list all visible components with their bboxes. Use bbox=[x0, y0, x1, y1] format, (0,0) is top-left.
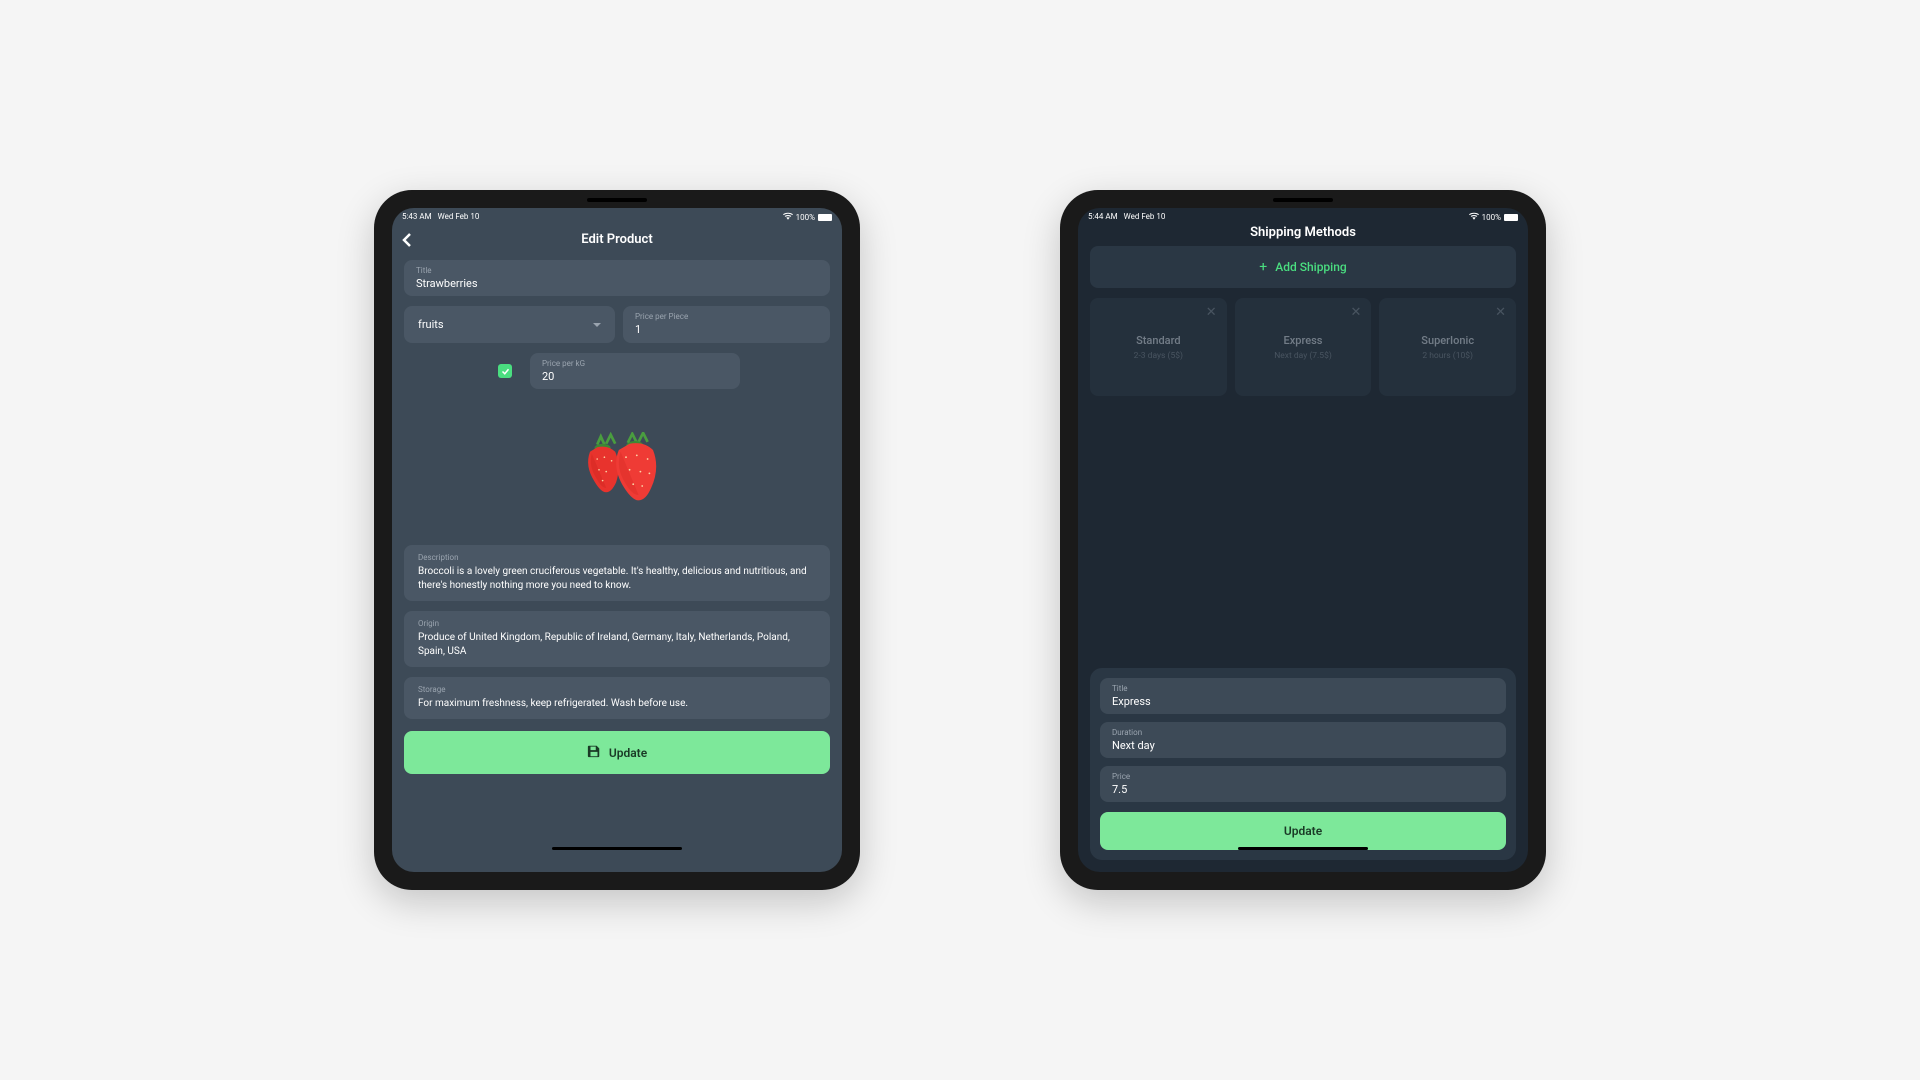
shipping-cards-row: ✕ Standard 2-3 days (5$) ✕ Express Next … bbox=[1090, 298, 1516, 396]
price-kg-value: 20 bbox=[542, 370, 728, 383]
description-label: Description bbox=[418, 553, 816, 562]
shipping-card-title: SuperIonic bbox=[1421, 334, 1474, 347]
chevron-down-icon bbox=[593, 323, 601, 327]
status-time: 5:44 AM bbox=[1088, 212, 1118, 222]
origin-value: Produce of United Kingdom, Republic of I… bbox=[418, 631, 816, 659]
update-button-label: Update bbox=[1284, 824, 1322, 838]
wifi-icon bbox=[1469, 212, 1479, 222]
close-icon[interactable]: ✕ bbox=[1495, 306, 1506, 319]
content-area: + Add Shipping ✕ Standard 2-3 days (5$) … bbox=[1078, 240, 1528, 872]
page-title: Edit Product bbox=[392, 232, 842, 247]
status-time: 5:43 AM bbox=[402, 212, 432, 222]
nav-header: Shipping Methods bbox=[1078, 224, 1528, 240]
home-indicator[interactable] bbox=[552, 847, 682, 850]
page-title: Shipping Methods bbox=[1078, 225, 1528, 240]
strawberry-icon bbox=[572, 432, 662, 504]
status-bar: 5:44 AM Wed Feb 10 100% bbox=[1078, 208, 1528, 224]
back-button[interactable] bbox=[402, 232, 412, 246]
price-piece-label: Price per Piece bbox=[635, 312, 818, 321]
sheet-price-value: 7.5 bbox=[1112, 783, 1494, 796]
home-indicator[interactable] bbox=[1238, 847, 1368, 850]
screen-shipping: 5:44 AM Wed Feb 10 100% Shipping Methods… bbox=[1078, 208, 1528, 872]
sheet-price-field[interactable]: Price 7.5 bbox=[1100, 766, 1506, 802]
title-value: Strawberries bbox=[416, 277, 818, 290]
status-bar: 5:43 AM Wed Feb 10 100% bbox=[392, 208, 842, 224]
sheet-title-value: Express bbox=[1112, 695, 1494, 708]
sheet-title-field[interactable]: Title Express bbox=[1100, 678, 1506, 714]
screen-edit-product: 5:43 AM Wed Feb 10 100% Edit Product Tit… bbox=[392, 208, 842, 872]
price-piece-field[interactable]: Price per Piece 1 bbox=[623, 306, 830, 343]
content-area: Title Strawberries fruits Price per Piec… bbox=[392, 254, 842, 872]
category-value: fruits bbox=[418, 318, 444, 331]
add-shipping-button[interactable]: + Add Shipping bbox=[1090, 246, 1516, 288]
shipping-card-standard[interactable]: ✕ Standard 2-3 days (5$) bbox=[1090, 298, 1227, 396]
tablet-left: 5:43 AM Wed Feb 10 100% Edit Product Tit… bbox=[374, 190, 860, 890]
storage-field[interactable]: Storage For maximum freshness, keep refr… bbox=[404, 677, 830, 719]
status-date: Wed Feb 10 bbox=[438, 212, 480, 222]
storage-label: Storage bbox=[418, 685, 816, 694]
product-image[interactable] bbox=[404, 407, 830, 527]
sheet-duration-field[interactable]: Duration Next day bbox=[1100, 722, 1506, 758]
shipping-card-title: Standard bbox=[1136, 334, 1181, 347]
update-button[interactable]: Update bbox=[404, 731, 830, 774]
battery-percent: 100% bbox=[796, 213, 815, 222]
origin-field[interactable]: Origin Produce of United Kingdom, Republ… bbox=[404, 611, 830, 667]
shipping-card-subtitle: Next day (7.5$) bbox=[1274, 351, 1332, 361]
price-kg-field[interactable]: Price per kG 20 bbox=[530, 353, 740, 389]
sheet-title-label: Title bbox=[1112, 684, 1494, 693]
update-button-label: Update bbox=[609, 746, 647, 760]
storage-value: For maximum freshness, keep refrigerated… bbox=[418, 697, 816, 711]
wifi-icon bbox=[783, 212, 793, 222]
battery-percent: 100% bbox=[1482, 213, 1501, 222]
plus-icon: + bbox=[1259, 260, 1267, 274]
save-icon bbox=[587, 743, 601, 762]
title-label: Title bbox=[416, 266, 818, 275]
category-select[interactable]: fruits bbox=[404, 306, 615, 343]
shipping-card-superionic[interactable]: ✕ SuperIonic 2 hours (10$) bbox=[1379, 298, 1516, 396]
shipping-card-express[interactable]: ✕ Express Next day (7.5$) bbox=[1235, 298, 1372, 396]
origin-label: Origin bbox=[418, 619, 816, 628]
title-field[interactable]: Title Strawberries bbox=[404, 260, 830, 296]
nav-header: Edit Product bbox=[392, 224, 842, 254]
close-icon[interactable]: ✕ bbox=[1206, 306, 1217, 319]
description-value: Broccoli is a lovely green cruciferous v… bbox=[418, 565, 816, 593]
price-kg-label: Price per kG bbox=[542, 359, 728, 368]
add-shipping-label: Add Shipping bbox=[1275, 260, 1346, 274]
sheet-price-label: Price bbox=[1112, 772, 1494, 781]
close-icon[interactable]: ✕ bbox=[1350, 306, 1361, 319]
shipping-card-title: Express bbox=[1284, 334, 1323, 347]
per-kg-checkbox[interactable] bbox=[498, 364, 512, 378]
tablet-right: 5:44 AM Wed Feb 10 100% Shipping Methods… bbox=[1060, 190, 1546, 890]
shipping-card-subtitle: 2 hours (10$) bbox=[1422, 351, 1473, 361]
status-date: Wed Feb 10 bbox=[1124, 212, 1166, 222]
description-field[interactable]: Description Broccoli is a lovely green c… bbox=[404, 545, 830, 601]
sheet-duration-value: Next day bbox=[1112, 739, 1494, 752]
battery-icon bbox=[1504, 214, 1518, 221]
sheet-update-button[interactable]: Update bbox=[1100, 812, 1506, 850]
price-piece-value: 1 bbox=[635, 323, 818, 336]
edit-shipping-sheet: Title Express Duration Next day Price 7.… bbox=[1090, 668, 1516, 860]
battery-icon bbox=[818, 214, 832, 221]
sheet-duration-label: Duration bbox=[1112, 728, 1494, 737]
shipping-card-subtitle: 2-3 days (5$) bbox=[1134, 351, 1183, 361]
